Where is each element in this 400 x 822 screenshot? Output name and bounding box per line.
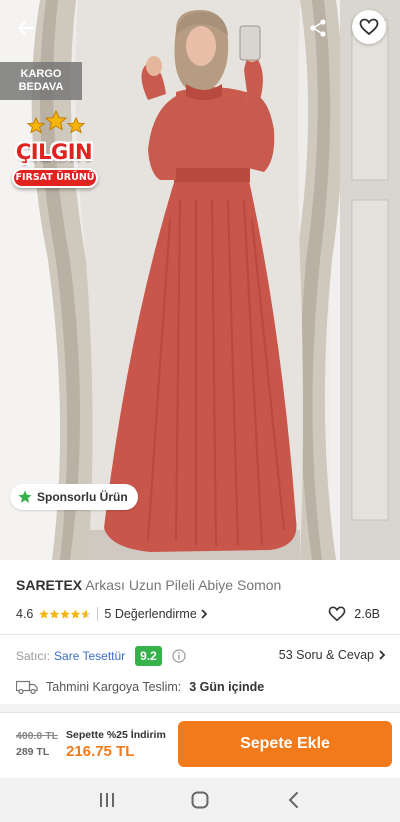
- rating-score: 4.6: [16, 607, 34, 621]
- old-price: 400.0 TL: [16, 730, 59, 742]
- recents-icon: [99, 793, 114, 807]
- seller-score-badge: 9.2: [135, 646, 162, 666]
- rating-stars-icon: [39, 609, 92, 619]
- nav-back-button[interactable]: [273, 785, 313, 815]
- free-shipping-badge: KARGO BEDAVA: [0, 62, 82, 100]
- recents-button[interactable]: [87, 785, 127, 815]
- reviews-link[interactable]: 5 Değerlendirme: [104, 607, 208, 621]
- back-button[interactable]: [10, 12, 42, 44]
- crazy-deal-subtitle: FIRSAT ÜRÜNÜ: [12, 168, 98, 188]
- favorite-count[interactable]: 2.6B: [328, 604, 380, 624]
- free-shipping-line1: KARGO: [20, 68, 62, 80]
- free-shipping-line2: BEDAVA: [18, 81, 64, 93]
- rating-stars: [39, 609, 92, 620]
- rating-separator: [97, 607, 99, 621]
- shipping-estimate: Tahmini Kargoya Teslim: 3 Gün içinde: [16, 677, 264, 697]
- home-button[interactable]: [180, 785, 220, 815]
- back-icon: [288, 792, 299, 808]
- seller-label: Satıcı:: [16, 649, 51, 663]
- section-gap: [0, 704, 400, 712]
- home-icon: [191, 791, 209, 809]
- favorite-button[interactable]: [352, 10, 386, 44]
- truck-icon: [16, 680, 38, 694]
- seller-name-link[interactable]: Sare Tesettür: [54, 649, 125, 663]
- heart-outline-icon: [328, 606, 346, 622]
- crazy-deal-badge: ÇILGIN FIRSAT ÜRÜNÜ: [6, 110, 102, 198]
- divider: [0, 634, 400, 635]
- qa-link[interactable]: 53 Soru & Cevap: [279, 648, 386, 662]
- sponsored-label: Sponsorlu Ürün: [37, 490, 128, 504]
- back-arrow-icon: [18, 21, 34, 35]
- share-button[interactable]: [302, 12, 334, 44]
- product-title: SARETEX Arkası Uzun Pileli Abiye Somon: [16, 577, 386, 593]
- add-to-cart-button[interactable]: Sepete Ekle: [178, 721, 392, 767]
- sponsored-badge: Sponsorlu Ürün: [10, 484, 138, 510]
- brand-name[interactable]: SARETEX: [16, 577, 82, 593]
- product-name: Arkası Uzun Pileli Abiye Somon: [85, 577, 282, 593]
- heart-icon: [359, 18, 379, 36]
- share-icon: [310, 19, 326, 37]
- favorite-count-value: 2.6B: [354, 607, 380, 621]
- shipping-days: 3 Gün içinde: [189, 680, 265, 694]
- chevron-right-icon: [379, 650, 386, 660]
- info-icon[interactable]: [172, 649, 186, 663]
- gold-stars-icon: [26, 110, 86, 134]
- product-image[interactable]: KARGO BEDAVA ÇILGIN FIRSAT ÜRÜNÜ Sponsor…: [0, 0, 400, 560]
- star-icon: [18, 490, 32, 503]
- shipping-label: Tahmini Kargoya Teslim:: [46, 680, 182, 694]
- chevron-right-icon: [201, 609, 208, 619]
- cart-discount-label: Sepette %25 İndirim: [66, 729, 166, 741]
- reviews-count: 5 Değerlendirme: [104, 607, 197, 621]
- qa-label: 53 Soru & Cevap: [278, 648, 374, 662]
- cart-price: 216.75 TL: [66, 743, 135, 760]
- crazy-deal-title: ÇILGIN: [15, 140, 93, 164]
- current-price: 289 TL: [16, 746, 50, 758]
- system-nav-bar: [0, 778, 400, 822]
